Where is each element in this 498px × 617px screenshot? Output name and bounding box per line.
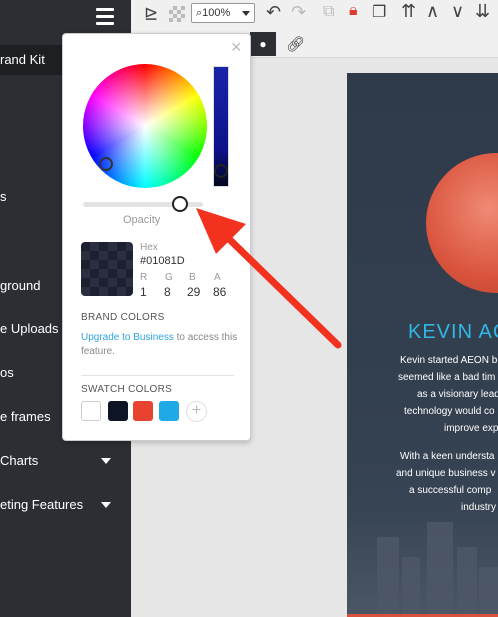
upgrade-link[interactable]: Upgrade to Business [81,332,174,343]
bio-line: Kevin started AEON b [400,355,498,366]
current-color-preview [81,242,133,296]
sidebar-item-1[interactable]: s [0,189,7,204]
red-input[interactable]: 1 [140,285,147,299]
add-swatch-icon[interactable]: + [186,401,207,422]
color-drop-icon[interactable]: ● [250,32,276,56]
sidebar-item-label: rand Kit [0,52,45,67]
sidebar-item-background[interactable]: ground [0,278,40,293]
redo-icon[interactable]: ↷ [291,3,306,21]
bio-line: technology would co [404,406,495,417]
color-wheel-handle[interactable] [99,157,113,171]
bio-line: a successful comp [409,485,492,496]
sidebar-item-label: e Uploads [0,321,59,336]
sidebar-item-label: e frames [0,409,51,424]
bio-line: and unique business v [396,468,496,479]
profile-photo[interactable] [426,153,498,293]
alpha-label: A [214,272,221,283]
sidebar-item-photos[interactable]: os [0,365,14,380]
green-label: G [165,272,173,283]
bio-line: seemed like a bad tim [398,372,496,383]
bio-line: improve exp [444,423,498,434]
bring-to-front-icon[interactable]: ⇈ [401,2,416,20]
brightness-handle[interactable] [214,164,228,178]
send-to-back-icon[interactable]: ⇊ [475,2,490,20]
sidebar-item-uploads[interactable]: e Uploads [0,321,59,336]
bio-line: as a visionary lead [417,389,498,400]
brand-colors-title: BRAND COLORS [81,312,165,323]
design-page[interactable]: KEVIN AC Kevin started AEON b seemed lik… [347,73,498,617]
link-icon[interactable]: 🔗︎ [286,35,305,53]
duplicate-icon[interactable]: ❐ [372,5,386,21]
sidebar-item-charts[interactable]: Charts [0,453,131,473]
bio-line: With a keen understa [400,451,495,462]
sidebar-item-frames[interactable]: e frames [0,409,51,424]
send-backward-icon[interactable]: ∨ [451,2,464,20]
bring-forward-icon[interactable]: ∧ [426,2,439,20]
paragraph-icon[interactable]: ⊵ [144,5,158,22]
color-picker-popup: × Opacity Hex #01081D R G B A 1 8 29 86 … [62,33,251,441]
hex-label: Hex [140,242,158,253]
brand-colors-note: Upgrade to Business to access this featu… [81,331,241,359]
opacity-handle[interactable] [172,196,188,212]
swatch-colors-title: SWATCH COLORS [81,384,173,395]
blue-input[interactable]: 29 [187,285,200,299]
sidebar-item-label: eting Features [0,497,84,512]
zoom-select[interactable]: ⌕100% [191,3,255,23]
sidebar-item-label: Charts [0,453,39,468]
person-name[interactable]: KEVIN AC [408,321,498,344]
green-input[interactable]: 8 [164,285,171,299]
hamburger-menu-icon[interactable] [96,8,114,25]
swatch-white[interactable] [81,401,101,421]
opacity-label: Opacity [123,214,161,226]
chevron-down-icon [101,502,111,508]
undo-icon[interactable]: ↶ [266,3,281,21]
sidebar-item-label: ground [0,278,41,293]
hex-input[interactable]: #01081D [140,255,185,267]
close-icon[interactable]: × [231,38,242,56]
sidebar-item-marketing-features[interactable]: eting Features [0,497,131,517]
alpha-input[interactable]: 86 [213,285,226,299]
zoom-value: 100% [202,7,231,19]
city-skyline [347,507,498,617]
swatch-navy[interactable] [108,401,128,421]
sidebar-item-label: os [0,365,14,380]
chevron-down-icon [101,458,111,464]
chevron-down-icon [242,11,250,16]
swatch-blue[interactable] [159,401,179,421]
bio-line: industry [461,502,497,513]
lock-icon[interactable]: 🔒︎ [349,3,358,19]
divider [81,375,234,376]
swatch-red[interactable] [133,401,153,421]
transparency-icon[interactable] [169,6,185,22]
crop-icon[interactable]: ⧉ [323,4,334,20]
red-label: R [140,272,148,283]
sidebar-item-label: s [0,189,7,204]
blue-label: B [189,272,196,283]
